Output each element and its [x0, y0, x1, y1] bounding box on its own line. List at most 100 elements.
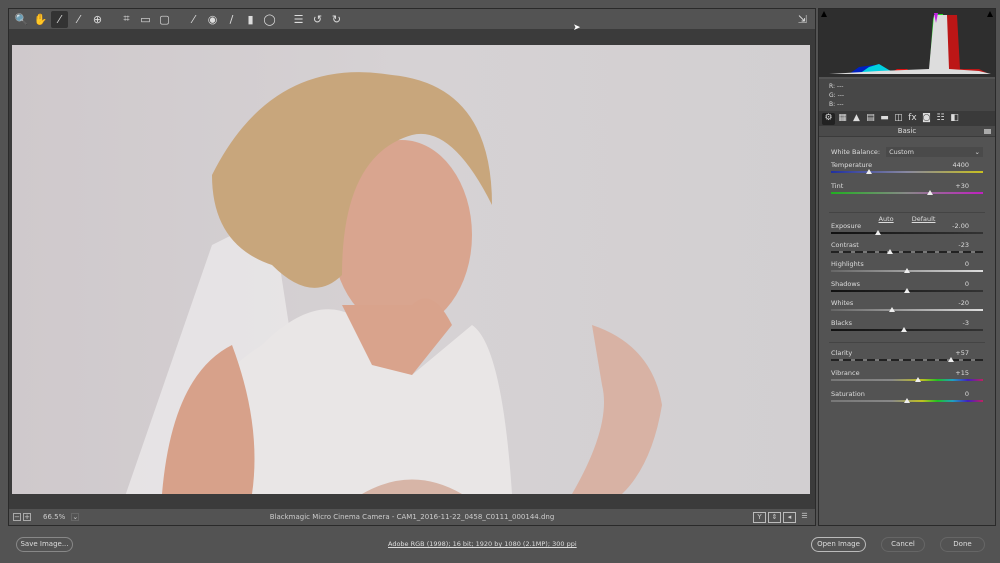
white-balance-select[interactable]: Custom ⌄ [886, 147, 983, 157]
contrast-slider[interactable]: Contrast -23 [831, 241, 983, 259]
vibrance-track[interactable] [831, 379, 983, 381]
exposure-thumb[interactable] [875, 230, 882, 235]
tint-value[interactable]: +30 [955, 182, 969, 190]
blacks-slider[interactable]: Blacks -3 [831, 319, 983, 337]
blacks-value[interactable]: -3 [963, 319, 969, 327]
saturation-thumb[interactable] [904, 398, 910, 403]
blue-value: B: --- [829, 101, 844, 108]
status-bar: − + 66.5% ⌄ Blackmagic Micro Cinema Came… [9, 509, 815, 525]
temperature-thumb[interactable] [866, 169, 872, 174]
before-after-toggle[interactable]: Y [753, 511, 766, 523]
white-balance-tool-icon[interactable]: ⁄ [51, 10, 68, 28]
clarity-slider[interactable]: Clarity +57 [831, 349, 983, 367]
blacks-thumb[interactable] [900, 327, 907, 332]
camera-calibration-tab-icon[interactable]: ◙ [920, 113, 933, 125]
targeted-adjustment-tool-icon[interactable]: ⊕ [89, 11, 106, 28]
basic-tab-icon[interactable]: ⚙ [822, 112, 835, 125]
color-sampler-tool-icon[interactable]: ⁄ [70, 11, 87, 28]
vibrance-thumb[interactable] [914, 377, 921, 382]
zoom-tool-icon[interactable]: 🔍 [13, 11, 30, 28]
highlights-thumb[interactable] [904, 268, 910, 273]
clarity-label: Clarity [831, 349, 853, 357]
clarity-thumb[interactable] [948, 357, 955, 362]
done-button[interactable]: Done [940, 537, 985, 552]
red-eye-tool-icon[interactable]: ◉ [204, 11, 221, 28]
whites-thumb[interactable] [888, 307, 895, 312]
workflow-options-link[interactable]: Adobe RGB (1998); 16 bit; 1920 by 1080 (… [388, 540, 577, 548]
rotate-left-icon[interactable]: ↺ [309, 11, 326, 28]
panel-menu-icon[interactable] [984, 129, 991, 134]
file-name: Blackmagic Micro Cinema Camera - CAM1_20… [269, 513, 555, 521]
exposure-slider[interactable]: Exposure -2.00 [831, 222, 983, 240]
blacks-track[interactable] [831, 329, 983, 331]
saturation-label: Saturation [831, 390, 865, 398]
panel-title-text: Basic [897, 127, 917, 135]
whites-value[interactable]: -20 [958, 299, 969, 307]
temperature-value[interactable]: 4400 [952, 161, 969, 169]
save-image-button[interactable]: Save Image... [16, 537, 73, 552]
cancel-button[interactable]: Cancel [881, 537, 925, 552]
clarity-value[interactable]: +57 [955, 349, 969, 357]
tint-track[interactable] [831, 192, 983, 194]
crop-tool-icon[interactable]: ⌗ [118, 11, 135, 28]
tint-slider[interactable]: Tint +30 [831, 182, 983, 200]
open-image-button[interactable]: Open Image [811, 537, 866, 552]
before-after-swap-button[interactable]: ⇕ [768, 511, 781, 523]
transform-tool-icon[interactable]: ▢ [156, 11, 173, 28]
clarity-track[interactable] [831, 359, 983, 361]
mouse-cursor-icon: ➤ [573, 23, 581, 33]
copy-settings-button[interactable]: ◂ [783, 511, 796, 523]
saturation-value[interactable]: 0 [965, 390, 969, 398]
white-balance-value: Custom [889, 148, 914, 156]
red-value: R: --- [829, 83, 844, 90]
vibrance-value[interactable]: +15 [955, 369, 969, 377]
preview-area: 🔍 ✋ ⁄ ⁄ ⊕ ⌗ ▭ ▢ ⁄ ◉ / ▮ ◯ ☰ ↺ ↻ ⇲ − + 66.5% ⌄ Blackmagi… [8, 8, 816, 526]
whites-track[interactable] [831, 309, 983, 311]
temperature-track[interactable] [831, 171, 983, 173]
snapshots-tab-icon[interactable]: ◧ [948, 113, 961, 125]
hsl-tab-icon[interactable]: ▤ [864, 113, 877, 125]
split-toning-tab-icon[interactable]: ▬ [878, 113, 891, 125]
lens-tab-icon[interactable]: ◫ [892, 113, 905, 125]
presets-tab-icon[interactable]: ☷ [934, 113, 947, 125]
temperature-label: Temperature [831, 161, 873, 169]
image-canvas[interactable] [9, 29, 815, 509]
contrast-label: Contrast [831, 241, 859, 249]
toggle-preview-button[interactable]: ☰ [798, 512, 811, 523]
adjustments-panel: R: --- G: --- B: --- ⚙ ▦ ▲ ▤ ▬ ◫ fx ◙ ☷ ◧ Basic W… [818, 8, 996, 526]
effects-tab-icon[interactable]: fx [906, 113, 919, 125]
panel-tabs: ⚙ ▦ ▲ ▤ ▬ ◫ fx ◙ ☷ ◧ [819, 111, 995, 126]
vibrance-slider[interactable]: Vibrance +15 [831, 369, 983, 387]
spot-removal-tool-icon[interactable]: ⁄ [185, 11, 202, 28]
blacks-label: Blacks [831, 319, 852, 327]
whites-slider[interactable]: Whites -20 [831, 299, 983, 317]
shadows-slider[interactable]: Shadows 0 [831, 280, 983, 298]
exposure-track[interactable] [831, 232, 983, 234]
exposure-value[interactable]: -2.00 [952, 222, 969, 230]
shadows-thumb[interactable] [904, 288, 910, 293]
fullscreen-icon[interactable]: ⇲ [794, 11, 811, 28]
straighten-tool-icon[interactable]: ▭ [137, 11, 154, 28]
contrast-value[interactable]: -23 [958, 241, 969, 249]
temperature-slider[interactable]: Temperature 4400 [831, 161, 983, 179]
contrast-thumb[interactable] [887, 249, 894, 254]
saturation-slider[interactable]: Saturation 0 [831, 390, 983, 408]
photo-preview [12, 45, 810, 494]
tint-thumb[interactable] [926, 190, 933, 195]
whites-label: Whites [831, 299, 854, 307]
rotate-right-icon[interactable]: ↻ [328, 11, 345, 28]
shadow-clipping-icon [821, 11, 827, 17]
tone-curve-tab-icon[interactable]: ▦ [836, 113, 849, 125]
contrast-track[interactable] [831, 251, 983, 253]
shadows-value[interactable]: 0 [965, 280, 969, 288]
adjustment-brush-icon[interactable]: / [223, 11, 240, 28]
detail-tab-icon[interactable]: ▲ [850, 113, 863, 125]
highlights-slider[interactable]: Highlights 0 [831, 260, 983, 278]
histogram [819, 9, 995, 77]
preferences-icon[interactable]: ☰ [290, 11, 307, 28]
graduated-filter-icon[interactable]: ▮ [242, 11, 259, 28]
hand-tool-icon[interactable]: ✋ [32, 11, 49, 28]
highlights-value[interactable]: 0 [965, 260, 969, 268]
vibrance-label: Vibrance [831, 369, 860, 377]
radial-filter-icon[interactable]: ◯ [261, 11, 278, 28]
